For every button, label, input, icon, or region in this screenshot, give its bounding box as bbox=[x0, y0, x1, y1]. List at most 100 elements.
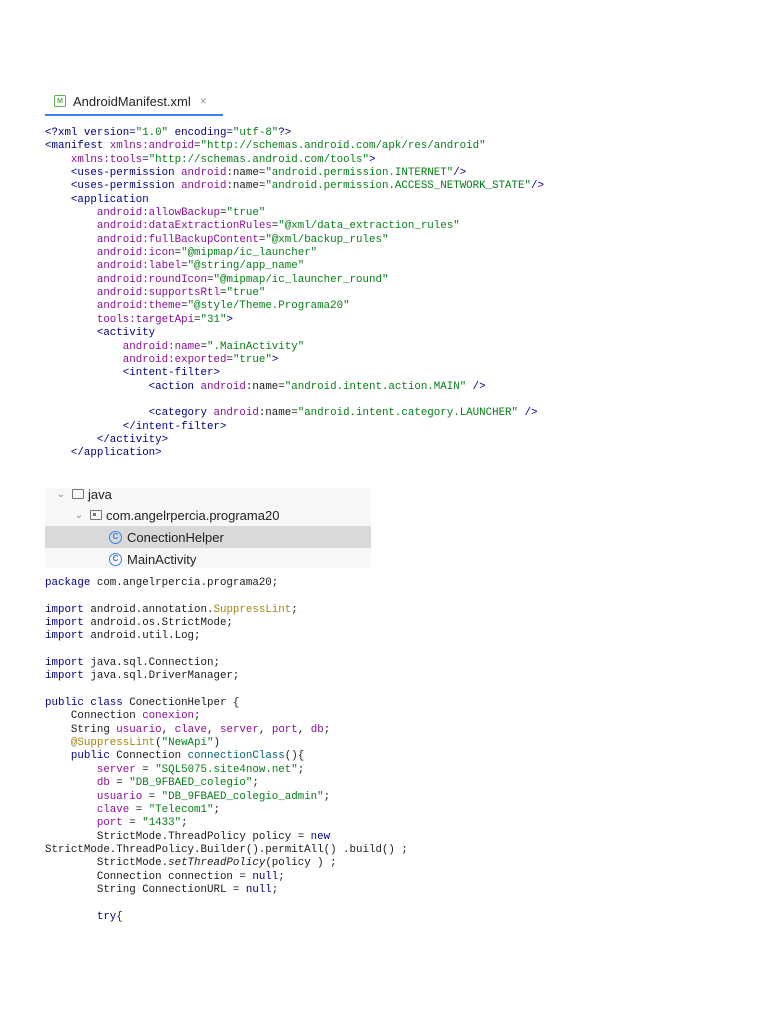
code-token: SuppressLint bbox=[213, 603, 292, 616]
code-token: usuario bbox=[116, 723, 162, 736]
code-token: "DB_9FBAED_colegio_admin" bbox=[161, 790, 324, 803]
code-token: :name bbox=[258, 407, 292, 420]
code-line: android:dataExtractionRules="@xml/data_e… bbox=[45, 220, 544, 233]
code-line: xmlns:tools="http://schemas.android.com/… bbox=[45, 154, 544, 167]
class-icon: C bbox=[109, 530, 122, 544]
tree-item-label: com.angelrpercia.programa20 bbox=[106, 507, 280, 523]
code-line: StrictMode.ThreadPolicy policy = new bbox=[45, 831, 408, 844]
code-token: ; bbox=[252, 777, 259, 790]
code-token: StrictMode. bbox=[45, 857, 169, 870]
code-token: "DB_9FBAED_colegio" bbox=[129, 777, 253, 790]
code-token: "http://schemas.android.com/apk/res/andr… bbox=[200, 140, 486, 153]
code-token: /> bbox=[466, 380, 486, 393]
code-token: com.angelrpercia.programa20; bbox=[90, 577, 279, 589]
code-token: ; bbox=[278, 870, 285, 883]
code-token: db bbox=[310, 723, 324, 736]
code-token: <action bbox=[45, 380, 201, 393]
tree-item-com-angelrpercia-programa20[interactable]: ⌄ com.angelrpercia.programa20 bbox=[45, 504, 371, 526]
code-token: = bbox=[129, 803, 149, 816]
code-line: port = "1433"; bbox=[45, 817, 408, 830]
code-token: android bbox=[181, 180, 227, 193]
xml-file-icon: M bbox=[54, 95, 66, 107]
code-line: clave = "Telecom1"; bbox=[45, 804, 408, 817]
code-token: :label bbox=[142, 260, 182, 273]
java-code-editor[interactable]: package com.angelrpercia.programa20; impo… bbox=[45, 577, 408, 924]
code-token: :name bbox=[226, 167, 259, 180]
code-line: Connection connection = null; bbox=[45, 871, 408, 884]
code-line: android:name=".MainActivity" bbox=[45, 341, 544, 354]
code-token: db bbox=[96, 777, 110, 790]
tree-item-java[interactable]: ⌄ java bbox=[45, 483, 371, 505]
code-token: ".MainActivity" bbox=[207, 340, 305, 353]
code-token: xmlns:android bbox=[109, 140, 195, 153]
code-token: "android.permission.INTERNET" bbox=[265, 167, 454, 180]
tab-androidmanifest[interactable]: M AndroidManifest.xml × bbox=[45, 88, 223, 116]
tree-item-conectionhelper[interactable]: C ConectionHelper bbox=[45, 526, 371, 548]
code-token: android bbox=[122, 340, 169, 353]
code-token: android bbox=[96, 247, 143, 260]
code-token: Connection connection = bbox=[45, 870, 253, 883]
code-token: :name bbox=[168, 340, 201, 353]
chevron-down-icon[interactable]: ⌄ bbox=[73, 510, 85, 521]
tree-item-label: ConectionHelper bbox=[127, 529, 224, 545]
code-line: String ConnectionURL = null; bbox=[45, 884, 408, 897]
code-token: (){ bbox=[284, 750, 305, 763]
code-token: import bbox=[45, 670, 84, 683]
code-line: String usuario, clave, server, port, db; bbox=[45, 724, 408, 737]
code-token: new bbox=[310, 830, 331, 843]
code-token: Connection bbox=[109, 750, 188, 763]
code-token: "android.intent.action.MAIN" bbox=[284, 380, 467, 393]
chevron-down-icon[interactable]: ⌄ bbox=[55, 489, 67, 500]
code-token: import bbox=[45, 603, 84, 616]
code-token: <activity bbox=[45, 327, 156, 340]
code-token: , bbox=[297, 723, 311, 736]
code-line: StrictMode.ThreadPolicy.Builder().permit… bbox=[45, 844, 408, 857]
code-token: , bbox=[161, 723, 175, 736]
code-token: ; bbox=[291, 603, 298, 616]
code-token: = bbox=[122, 817, 143, 830]
code-token: "utf-8" bbox=[232, 127, 279, 139]
code-token: <uses-permission bbox=[45, 180, 182, 193]
code-token: android bbox=[96, 300, 143, 313]
code-token: :dataExtractionRules bbox=[142, 220, 272, 233]
code-token: ; bbox=[194, 710, 201, 723]
code-token: server bbox=[219, 723, 259, 736]
code-line: android:label="@string/app_name" bbox=[45, 260, 544, 273]
code-line: android:theme="@style/Theme.Programa20" bbox=[45, 300, 544, 313]
code-line: import android.annotation.SuppressLint; bbox=[45, 604, 408, 617]
xml-code-editor[interactable]: <?xml version="1.0" encoding="utf-8"?> <m… bbox=[45, 127, 544, 461]
project-tree: ⌄ java ⌄ com.angelrpercia.programa20 C Conect… bbox=[45, 487, 371, 570]
code-token: connectionClass bbox=[187, 750, 285, 763]
code-token: <?xml version= bbox=[45, 127, 136, 139]
code-line: import java.sql.Connection; bbox=[45, 657, 408, 670]
code-token: port bbox=[271, 723, 298, 736]
tree-item-mainactivity[interactable]: C MainActivity bbox=[45, 548, 371, 570]
code-token: <manifest bbox=[45, 140, 110, 153]
code-token: android.annotation. bbox=[83, 603, 214, 616]
code-token: , bbox=[207, 723, 220, 736]
code-token: "true" bbox=[232, 353, 272, 366]
code-line: <?xml version="1.0" encoding="utf-8"?> bbox=[45, 127, 544, 140]
code-line: </intent-filter> bbox=[45, 421, 544, 434]
tree-item-label: MainActivity bbox=[127, 551, 197, 567]
close-icon[interactable]: × bbox=[200, 94, 207, 108]
tree-item-label: java bbox=[88, 486, 112, 502]
folder-icon bbox=[72, 489, 84, 499]
code-token: = bbox=[142, 790, 162, 803]
code-token: android bbox=[96, 273, 143, 286]
code-token: android bbox=[96, 233, 143, 246]
code-token: > bbox=[271, 353, 279, 366]
code-token: ; bbox=[297, 763, 305, 776]
code-line: android:supportsRtl="true" bbox=[45, 287, 544, 300]
